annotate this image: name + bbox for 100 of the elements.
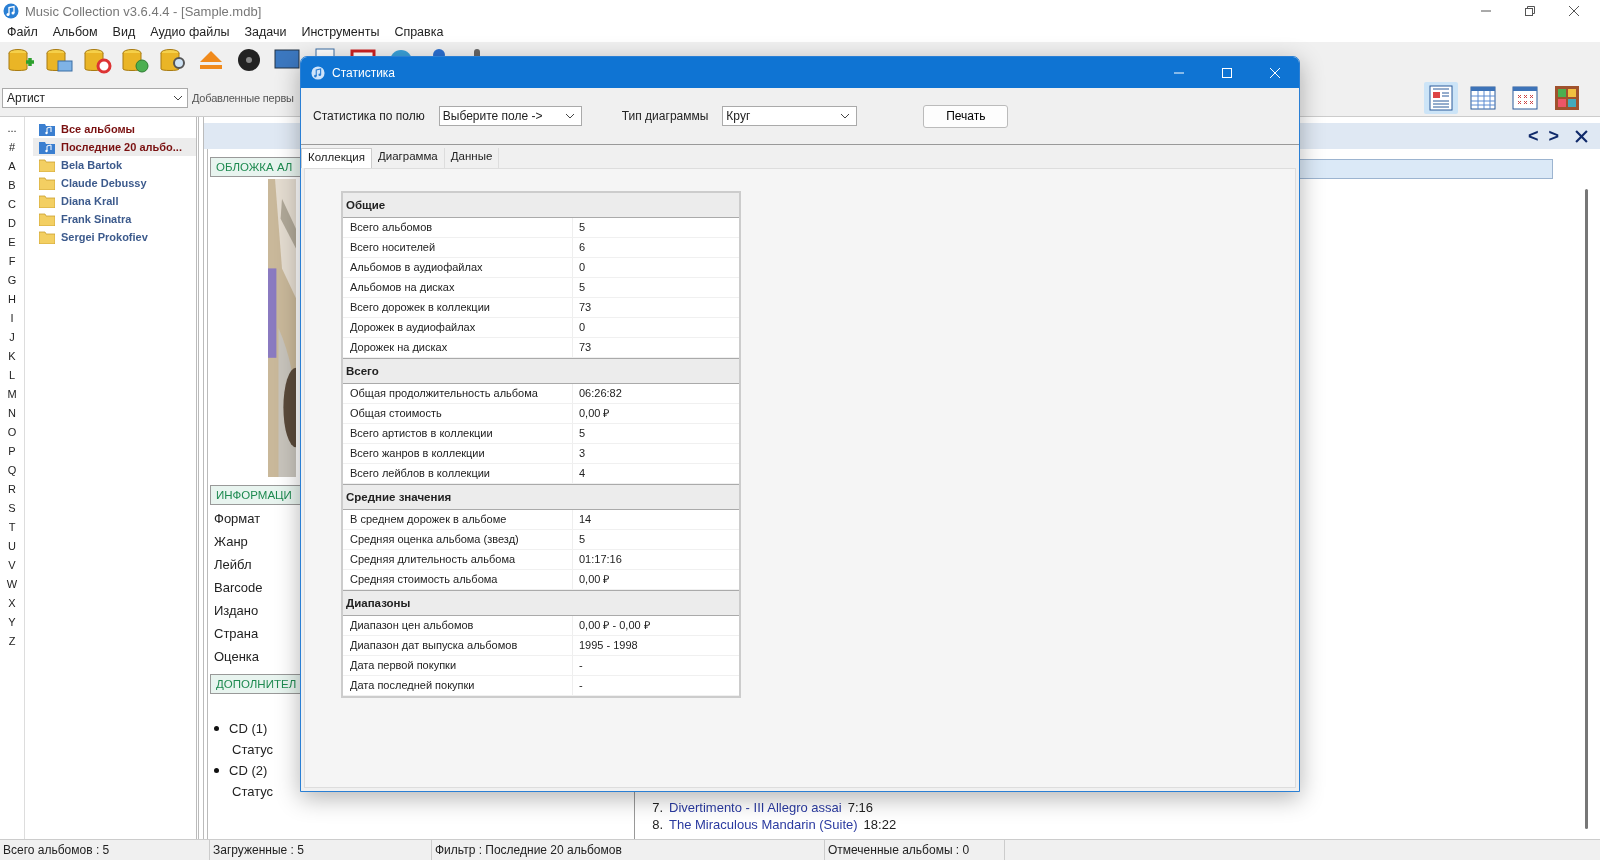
database-lifebuoy-icon[interactable]	[82, 46, 112, 76]
alphabet-filter[interactable]: F	[8, 252, 16, 271]
track-title[interactable]: The Miraculous Mandarin (Suite)	[669, 817, 858, 832]
table-cell-text: 0	[578, 260, 586, 275]
menu-item[interactable]: Справка	[394, 25, 444, 39]
menu-item[interactable]: Файл	[7, 25, 38, 39]
tree-item[interactable]: Claude Debussy	[33, 174, 196, 192]
table-cell-text: 0,00 ₽	[578, 406, 610, 421]
tab[interactable]: Коллекция	[301, 148, 372, 168]
alphabet-filter[interactable]: U	[8, 537, 16, 556]
table-cell: Альбомов в аудиофайлах	[343, 258, 573, 277]
caret-icon	[840, 113, 851, 119]
print-button[interactable]: Печать	[923, 104, 1009, 128]
section-heading: Средние значения	[343, 484, 739, 510]
table-cell-text: -	[578, 678, 583, 693]
media-status: Статус	[231, 741, 274, 759]
music-folder-icon	[39, 122, 55, 136]
alphabet-filter[interactable]: D	[8, 214, 16, 233]
chart-type-dropdown[interactable]: Круг	[722, 106, 858, 126]
tree-item[interactable]: Sergei Prokofiev	[33, 228, 196, 246]
track-number: 8.	[651, 817, 663, 832]
filter-label: Добавленные первы	[192, 92, 294, 104]
table-cell-text: 5	[578, 220, 586, 235]
tree-item[interactable]: Diana Krall	[33, 192, 196, 210]
table-cell: Диапазон дат выпуска альбомов	[343, 636, 573, 655]
folder-icon	[39, 194, 55, 208]
table-cell: Средняя длительность альбома	[343, 550, 573, 569]
table-cell: Средняя оценка альбома (звезд)	[343, 530, 573, 549]
menu-item[interactable]: Вид	[112, 25, 136, 39]
alphabet-filter[interactable]: Y	[8, 613, 16, 632]
tree-item[interactable]: Последние 20 альбо...	[33, 138, 196, 156]
table-cell-text: 01:17:16	[578, 552, 622, 567]
alphabet-filter[interactable]: T	[8, 518, 16, 537]
database-refresh-icon[interactable]	[120, 46, 150, 76]
alphabet-filter[interactable]: J	[9, 328, 15, 347]
table-cell-text: 73	[578, 340, 592, 355]
alphabet-filter[interactable]: O	[7, 423, 17, 442]
close-icon[interactable]	[1575, 129, 1588, 143]
menu-item[interactable]: Аудио файлы	[150, 25, 230, 39]
alphabet-filter[interactable]: P	[8, 442, 16, 461]
app-icon	[311, 65, 325, 80]
restore-icon[interactable]	[1524, 5, 1536, 17]
table-cell-text: 4	[578, 466, 586, 481]
maximize-icon[interactable]	[1221, 66, 1233, 79]
table-cell: Общая продолжительность альбома	[343, 384, 573, 403]
menu-item[interactable]: Альбом	[52, 25, 98, 39]
alphabet-filter[interactable]: Z	[8, 632, 16, 651]
field-dropdown[interactable]: Выберите поле ->	[438, 106, 582, 126]
alphabet-filter[interactable]: H	[8, 290, 16, 309]
alphabet-filter[interactable]: V	[8, 556, 16, 575]
table-cell: Дата последней покупки	[343, 676, 573, 695]
section-title: ДОПОЛНИТЕЛ	[216, 678, 297, 690]
dialog-title: Статистика	[332, 65, 396, 80]
alphabet-filter[interactable]: Q	[7, 461, 17, 480]
menu-item[interactable]: Задачи	[244, 25, 287, 39]
alphabet-filter[interactable]: L	[8, 366, 16, 385]
table-cell-text: 6	[578, 240, 586, 255]
menu-item[interactable]: Инструменты	[301, 25, 380, 39]
alphabet-filter[interactable]: ...	[7, 119, 17, 138]
table-cell-text: 3	[578, 446, 586, 461]
alphabet-filter[interactable]: G	[7, 271, 17, 290]
field-label: Статистика по полю	[313, 109, 425, 123]
field-label: Оценка	[214, 648, 260, 666]
field-label: Страна	[214, 625, 259, 643]
field-label: Издано	[214, 602, 259, 620]
alphabet-filter[interactable]: A	[8, 157, 16, 176]
alphabet-filter[interactable]: W	[6, 575, 18, 594]
app-icon	[3, 3, 19, 19]
alphabet-filter[interactable]: R	[8, 480, 16, 499]
table-cell-text: 5	[578, 532, 586, 547]
bullet-icon	[214, 768, 219, 773]
alphabet-filter[interactable]: B	[8, 176, 16, 195]
alphabet-filter[interactable]: S	[8, 499, 16, 518]
artist-dropdown[interactable]: Артист	[2, 88, 188, 108]
section-heading: Всего	[343, 358, 739, 384]
details-view-button[interactable]	[1424, 82, 1458, 114]
alphabet-filter[interactable]: #	[8, 138, 16, 157]
section-title: ИНФОРМАЦИ	[216, 489, 292, 501]
alphabet-filter[interactable]: X	[8, 594, 16, 613]
alphabet-filter[interactable]: C	[8, 195, 16, 214]
table-cell: Диапазон цен альбомов	[343, 616, 573, 635]
alphabet-filter[interactable]: K	[8, 347, 16, 366]
scrollbar[interactable]	[1585, 189, 1588, 829]
previous-button[interactable]: <	[1527, 125, 1539, 147]
track-number: 7.	[651, 800, 663, 815]
caret-icon	[564, 113, 575, 119]
alphabet-filter[interactable]: M	[7, 385, 17, 404]
status-text: Загруженные : 5	[210, 840, 432, 860]
alphabet-filter[interactable]: N	[8, 404, 16, 423]
media-name: CD (2)	[229, 763, 268, 778]
alphabet-filter[interactable]: E	[8, 233, 16, 252]
close-icon[interactable]	[1568, 5, 1580, 17]
track-title[interactable]: Divertimento - III Allegro assai	[669, 800, 842, 815]
status-text: Фильтр : Последние 20 альбомов	[432, 840, 825, 860]
tree-item[interactable]: Bela Bartok	[33, 156, 196, 174]
tree-item[interactable]: Frank Sinatra	[33, 210, 196, 228]
table-cell-text: -	[578, 658, 583, 673]
next-button[interactable]: >	[1548, 125, 1559, 147]
tree-item[interactable]: Все альбомы	[33, 120, 196, 138]
alphabet-filter[interactable]: I	[10, 309, 14, 328]
